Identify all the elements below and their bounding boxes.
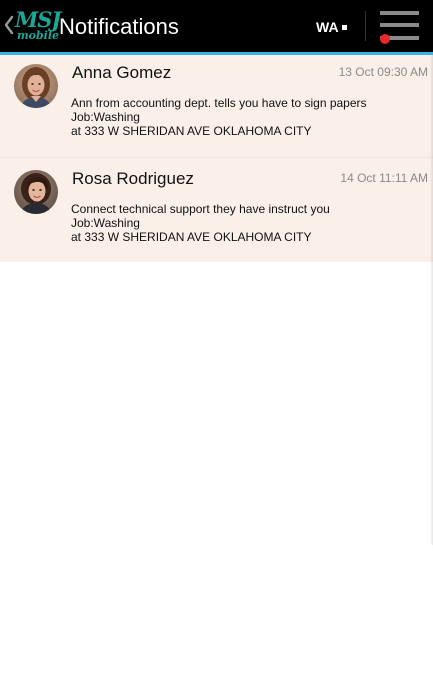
address-text: at 333 W SHERIDAN AVE OKLAHOMA CITY — [71, 230, 312, 244]
woman-portrait-icon — [14, 64, 58, 108]
woman-portrait-icon — [14, 170, 58, 214]
msj-mobile-logo: MSJ mobile — [15, 9, 61, 45]
state-code: WA — [316, 19, 339, 35]
logo-msj-text: MSJ — [15, 7, 61, 32]
action-bar: MSJ mobile Notifications WA — [0, 0, 433, 55]
notification-item[interactable]: Anna Gomez 13 Oct 09:30 AM Ann from acco… — [0, 55, 433, 158]
state-selector[interactable]: WA — [316, 19, 347, 35]
sender-name: Anna Gomez — [72, 63, 172, 82]
back-chevron-icon — [4, 15, 14, 35]
job-text: Job:Washing — [71, 216, 140, 230]
notification-timestamp: 13 Oct 09:30 AM — [338, 65, 428, 79]
state-dropdown-marker-icon — [341, 25, 347, 30]
message-text: Ann from accounting dept. tells you have… — [71, 96, 367, 110]
overflow-menu-button[interactable] — [377, 8, 423, 46]
notification-list: Anna Gomez 13 Oct 09:30 AM Ann from acco… — [0, 55, 433, 262]
logo-mobile-text: mobile — [17, 29, 60, 42]
sender-name: Rosa Rodriguez — [72, 169, 194, 188]
avatar — [14, 170, 58, 214]
notification-message: Ann from accounting dept. tells you have… — [71, 96, 367, 138]
action-bar-divider — [365, 11, 366, 41]
address-text: at 333 W SHERIDAN AVE OKLAHOMA CITY — [71, 124, 312, 138]
avatar — [14, 64, 58, 108]
notifications-screen: MSJ mobile Notifications WA Anna Gomez 1… — [0, 0, 433, 679]
page-title: Notifications — [59, 14, 179, 39]
notification-timestamp: 14 Oct 11:11 AM — [340, 171, 428, 185]
notification-badge-dot — [380, 34, 390, 44]
up-navigation-button[interactable]: MSJ mobile — [0, 0, 61, 52]
notification-item[interactable]: Rosa Rodriguez 14 Oct 11:11 AM Connect t… — [0, 158, 433, 262]
job-text: Job:Washing — [71, 110, 140, 124]
message-text: Connect technical support they have inst… — [71, 202, 330, 216]
notification-message: Connect technical support they have inst… — [71, 202, 330, 244]
